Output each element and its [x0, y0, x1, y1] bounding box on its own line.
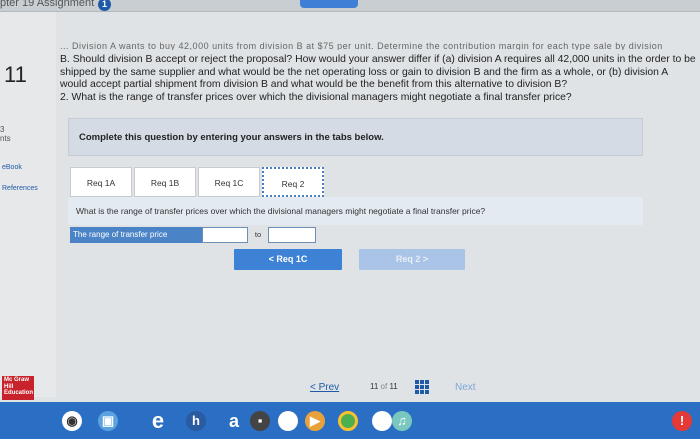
media-icon[interactable]: ▶	[305, 411, 325, 431]
question-text: ... Division A wants to buy 42,000 units…	[60, 42, 696, 104]
os-taskbar: ◉ ▣ e h a ▪ ▶ ♫ !	[0, 402, 700, 439]
itunes-icon[interactable]	[372, 411, 392, 431]
assignment-title: pter 19 Assignment	[0, 0, 95, 9]
question-grid-icon[interactable]	[415, 380, 429, 394]
hp-icon[interactable]: h	[186, 411, 206, 431]
next-question-link[interactable]: Next	[455, 382, 476, 393]
photos-icon[interactable]: ▣	[98, 411, 118, 431]
page-total: 11	[389, 382, 398, 391]
req2-content: What is the range of transfer prices ove…	[68, 197, 643, 225]
amazon-icon[interactable]: a	[224, 411, 244, 431]
question-part-2: 2. What is the range of transfer prices …	[60, 91, 572, 103]
footer-bar: Mc Graw Hill Education < Prev 11 of 11 N…	[0, 372, 700, 402]
tab-req-1c[interactable]: Req 1C	[198, 167, 260, 197]
points-value: 3	[0, 125, 5, 134]
publisher-logo: Mc Graw Hill Education	[2, 376, 34, 400]
next-req-button[interactable]: Req 2 >	[359, 249, 465, 270]
instructions-text: Complete this question by entering your …	[79, 132, 384, 143]
tab-req-1b[interactable]: Req 1B	[134, 167, 196, 197]
app-icon[interactable]: ▪	[250, 411, 270, 431]
points-info: 3 nts	[0, 125, 11, 143]
instructions-panel: Complete this question by entering your …	[68, 118, 643, 156]
saved-indicator	[300, 0, 358, 8]
tab-req-2[interactable]: Req 2	[262, 167, 324, 197]
music-icon[interactable]: ♫	[392, 411, 412, 431]
tab-req-1a[interactable]: Req 1A	[70, 167, 132, 197]
references-link[interactable]: References	[2, 185, 38, 192]
range-label: The range of transfer price	[70, 227, 202, 243]
page-of: of	[380, 382, 388, 391]
points-label: nts	[0, 134, 11, 143]
camera-icon[interactable]: ◉	[62, 411, 82, 431]
chrome-icon[interactable]	[338, 411, 358, 431]
question-number: 11	[4, 62, 27, 87]
page-indicator: 11 of 11	[370, 382, 398, 391]
edge-browser-icon[interactable]: e	[148, 410, 168, 432]
question-sidebar: 11 3 nts eBook References	[0, 12, 56, 397]
question-part-b: B. Should division B accept or reject th…	[60, 54, 696, 91]
question-cutoff-line: ... Division A wants to buy 42,000 units…	[60, 42, 663, 50]
prev-question-link[interactable]: < Prev	[310, 382, 339, 393]
page-current: 11	[370, 382, 379, 391]
range-from-input[interactable]	[202, 227, 248, 243]
ebook-link[interactable]: eBook	[2, 164, 22, 171]
mail-icon[interactable]	[278, 411, 298, 431]
notification-badge[interactable]: 1	[98, 0, 111, 11]
range-to-input[interactable]	[268, 227, 316, 243]
range-to-label: to	[254, 230, 262, 239]
top-bar: pter 19 Assignment 1	[0, 0, 700, 12]
prev-req-button[interactable]: < Req 1C	[234, 249, 342, 270]
req2-prompt: What is the range of transfer prices ove…	[76, 206, 486, 216]
notification-icon[interactable]: !	[672, 411, 692, 431]
